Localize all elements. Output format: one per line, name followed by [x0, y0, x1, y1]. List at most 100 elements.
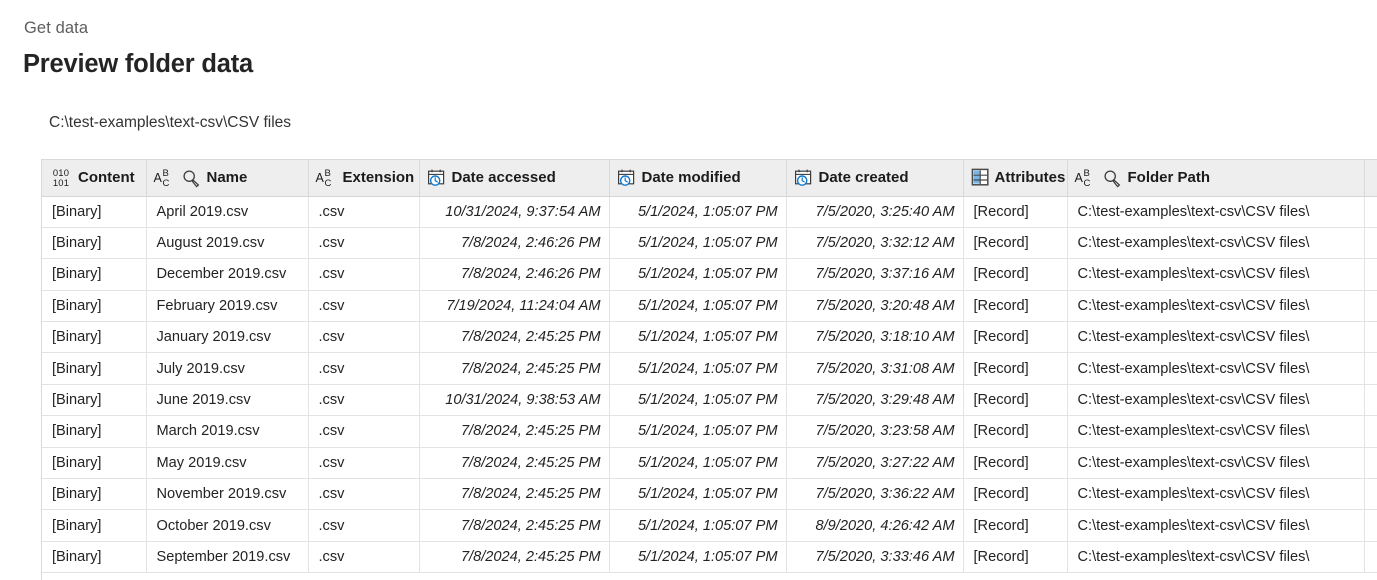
- cell-extension: .csv: [308, 509, 420, 542]
- cell-content[interactable]: [Binary]: [42, 352, 147, 385]
- cell-extension: .csv: [308, 196, 420, 228]
- cell-extension: .csv: [308, 447, 420, 480]
- column-header-date-modified[interactable]: Date modified: [609, 160, 787, 197]
- cell-accessed: 7/8/2024, 2:46:26 PM: [419, 227, 610, 260]
- table-row[interactable]: [Binary] May 2019.csv .csv 7/8/2024, 2:45:2…: [42, 447, 1377, 480]
- cell-folder: C:\test-examples\text-csv\CSV files\: [1067, 415, 1365, 448]
- cell-attributes[interactable]: [Record]: [963, 321, 1068, 354]
- cell-created: 7/5/2020, 3:37:16 AM: [786, 258, 964, 291]
- breadcrumb: Get data: [24, 19, 89, 37]
- cell-attributes[interactable]: [Record]: [963, 478, 1068, 511]
- column-header-extension[interactable]: A B C Extension: [308, 160, 420, 197]
- cell-attributes[interactable]: [Record]: [963, 384, 1068, 417]
- cell-attributes[interactable]: [Record]: [963, 509, 1068, 542]
- cell-modified: 5/1/2024, 1:05:07 PM: [609, 321, 787, 354]
- column-header-label: Date modified: [641, 169, 741, 187]
- column-header-folder-path[interactable]: A B C Folder Path: [1067, 160, 1365, 197]
- cell-created: 7/5/2020, 3:31:08 AM: [786, 352, 964, 385]
- column-header-label: Attributes: [994, 169, 1066, 187]
- cell-overflow: [1364, 290, 1377, 323]
- column-header-name[interactable]: A B C Name: [146, 160, 309, 197]
- calendar-clock-icon: [427, 168, 447, 188]
- cell-accessed: 10/31/2024, 9:37:54 AM: [419, 196, 610, 228]
- column-header-attributes[interactable]: Attributes: [963, 160, 1068, 197]
- column-header-date-created[interactable]: Date created: [786, 160, 964, 197]
- search-icon: [181, 168, 202, 188]
- cell-name: November 2019.csv: [146, 478, 309, 511]
- cell-overflow: [1364, 478, 1377, 511]
- cell-modified: 5/1/2024, 1:05:07 PM: [609, 227, 787, 260]
- cell-modified: 5/1/2024, 1:05:07 PM: [609, 290, 787, 323]
- column-header-label: Content: [78, 169, 135, 187]
- table-row[interactable]: [Binary] January 2019.csv .csv 7/8/2024, 2:…: [42, 321, 1377, 354]
- table-row[interactable]: [Binary] September 2019.csv .csv 7/8/2024, …: [42, 541, 1377, 574]
- abc-icon-a: A: [153, 170, 162, 185]
- table-row[interactable]: [Binary] July 2019.csv .csv 7/8/2024, 2:45:…: [42, 352, 1377, 385]
- cell-folder: C:\test-examples\text-csv\CSV files\: [1067, 509, 1365, 542]
- cell-name: September 2019.csv: [146, 541, 309, 574]
- cell-modified: 5/1/2024, 1:05:07 PM: [609, 415, 787, 448]
- table-row[interactable]: [Binary] August 2019.csv .csv 7/8/2024, 2:4…: [42, 227, 1377, 260]
- cell-attributes[interactable]: [Record]: [963, 352, 1068, 385]
- cell-attributes[interactable]: [Record]: [963, 290, 1068, 323]
- cell-folder: C:\test-examples\text-csv\CSV files\: [1067, 321, 1365, 354]
- cell-accessed: 7/8/2024, 2:45:25 PM: [419, 415, 610, 448]
- cell-accessed: 7/8/2024, 2:45:25 PM: [419, 321, 610, 354]
- column-header-content[interactable]: 010 101 Content: [42, 160, 147, 197]
- cell-folder: C:\test-examples\text-csv\CSV files\: [1067, 352, 1365, 385]
- cell-folder: C:\test-examples\text-csv\CSV files\: [1067, 384, 1365, 417]
- cell-attributes[interactable]: [Record]: [963, 258, 1068, 291]
- abc-icon-c: C: [324, 177, 332, 189]
- cell-extension: .csv: [308, 541, 420, 574]
- table-body: [Binary] April 2019.csv .csv 10/31/2024, 9:…: [42, 196, 1377, 574]
- abc-icon-a: A: [315, 170, 324, 185]
- cell-content[interactable]: [Binary]: [42, 478, 147, 511]
- cell-name: October 2019.csv: [146, 509, 309, 542]
- cell-content[interactable]: [Binary]: [42, 541, 147, 574]
- cell-created: 7/5/2020, 3:29:48 AM: [786, 384, 964, 417]
- cell-content[interactable]: [Binary]: [42, 258, 147, 291]
- folder-preview-table-container[interactable]: 010 101 Content A B C Name A B C Extensi…: [41, 159, 1377, 580]
- cell-attributes[interactable]: [Record]: [963, 541, 1068, 574]
- table-row[interactable]: [Binary] October 2019.csv .csv 7/8/2024, 2:…: [42, 509, 1377, 542]
- cell-modified: 5/1/2024, 1:05:07 PM: [609, 352, 787, 385]
- cell-overflow: [1364, 384, 1377, 417]
- abc-icon: A B C: [315, 168, 338, 189]
- abc-icon-a: A: [1074, 170, 1083, 185]
- column-header-label: Extension: [342, 169, 415, 187]
- cell-content[interactable]: [Binary]: [42, 415, 147, 448]
- cell-attributes[interactable]: [Record]: [963, 447, 1068, 480]
- cell-overflow: [1364, 541, 1377, 574]
- table-row[interactable]: [Binary] February 2019.csv .csv 7/19/2024, …: [42, 290, 1377, 323]
- cell-content[interactable]: [Binary]: [42, 384, 147, 417]
- column-header-overflow[interactable]: [1364, 160, 1377, 197]
- cell-extension: .csv: [308, 227, 420, 260]
- cell-attributes[interactable]: [Record]: [963, 227, 1068, 260]
- column-header-label: Date created: [818, 169, 909, 187]
- cell-modified: 5/1/2024, 1:05:07 PM: [609, 258, 787, 291]
- cell-folder: C:\test-examples\text-csv\CSV files\: [1067, 196, 1365, 228]
- table-row[interactable]: [Binary] June 2019.csv .csv 10/31/2024, 9:3…: [42, 384, 1377, 417]
- cell-name: July 2019.csv: [146, 352, 309, 385]
- table-row[interactable]: [Binary] April 2019.csv .csv 10/31/2024, 9:…: [42, 196, 1377, 228]
- folder-preview-table: 010 101 Content A B C Name A B C Extensi…: [42, 160, 1377, 574]
- cell-content[interactable]: [Binary]: [42, 321, 147, 354]
- cell-content[interactable]: [Binary]: [42, 447, 147, 480]
- cell-content[interactable]: [Binary]: [42, 509, 147, 542]
- cell-attributes[interactable]: [Record]: [963, 196, 1068, 228]
- cell-created: 7/5/2020, 3:33:46 AM: [786, 541, 964, 574]
- cell-content[interactable]: [Binary]: [42, 196, 147, 228]
- table-row[interactable]: [Binary] December 2019.csv .csv 7/8/2024, 2…: [42, 258, 1377, 291]
- cell-extension: .csv: [308, 290, 420, 323]
- cell-modified: 5/1/2024, 1:05:07 PM: [609, 541, 787, 574]
- table-row[interactable]: [Binary] November 2019.csv .csv 7/8/2024, 2…: [42, 478, 1377, 511]
- cell-modified: 5/1/2024, 1:05:07 PM: [609, 478, 787, 511]
- cell-attributes[interactable]: [Record]: [963, 415, 1068, 448]
- column-header-date-accessed[interactable]: Date accessed: [419, 160, 610, 197]
- cell-extension: .csv: [308, 384, 420, 417]
- cell-modified: 5/1/2024, 1:05:07 PM: [609, 447, 787, 480]
- cell-content[interactable]: [Binary]: [42, 227, 147, 260]
- cell-content[interactable]: [Binary]: [42, 290, 147, 323]
- column-header-label: Date accessed: [451, 169, 556, 187]
- table-row[interactable]: [Binary] March 2019.csv .csv 7/8/2024, 2:45…: [42, 415, 1377, 448]
